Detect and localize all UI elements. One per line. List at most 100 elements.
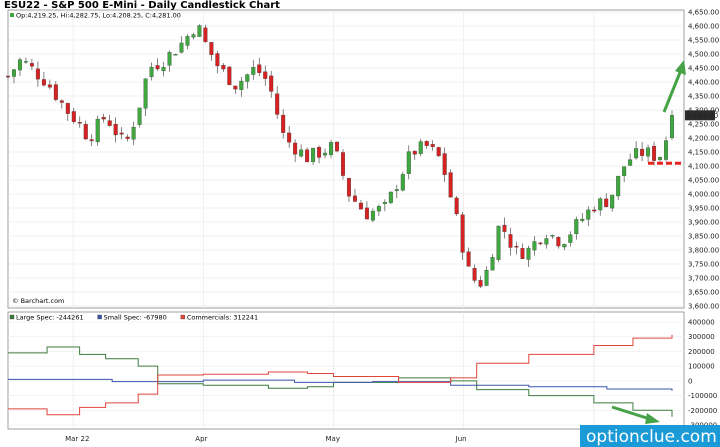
- candle-up: [137, 107, 142, 125]
- candle-down: [287, 132, 292, 143]
- x-axis-label: Apr: [195, 435, 207, 443]
- candle-down: [209, 42, 214, 55]
- candle-down: [71, 111, 76, 122]
- watermark-text: optionclue.com: [586, 427, 717, 447]
- candle-down: [556, 237, 561, 247]
- candle-down: [77, 122, 82, 124]
- candle-down: [113, 123, 118, 136]
- ohlc-swatch: [10, 13, 14, 17]
- candle-up: [568, 234, 573, 243]
- price-y-tick-label: 3,800.00: [688, 247, 719, 255]
- candle-up: [490, 257, 495, 271]
- price-y-tick-label: 4,550.00: [688, 37, 719, 45]
- candle-down: [59, 100, 64, 103]
- price-y-tick-label: 4,400.00: [688, 79, 719, 87]
- candle-down: [520, 248, 525, 259]
- candle-up: [532, 241, 537, 251]
- candle-down: [472, 268, 477, 281]
- legend-entry: Small Spec: -67980: [104, 314, 167, 322]
- candle-down: [6, 75, 10, 78]
- legend-entry: Large Spec: -244261: [16, 314, 84, 322]
- candle-down: [592, 209, 597, 212]
- candle-down: [221, 65, 226, 70]
- candle-down: [305, 149, 310, 163]
- candle-up: [131, 127, 136, 140]
- price-y-tick-label: 4,500.00: [688, 51, 719, 59]
- candle-up: [616, 175, 621, 197]
- candle-down: [65, 103, 70, 114]
- price-y-tick-label: 4,350.00: [688, 93, 719, 101]
- x-axis-label: May: [325, 435, 339, 443]
- candle-down: [35, 68, 40, 80]
- candle-down: [478, 280, 483, 287]
- candle-up: [610, 194, 615, 209]
- candle-up: [526, 247, 531, 260]
- price-panel-frame: [7, 9, 685, 309]
- candle-down: [269, 75, 274, 92]
- candle-down: [227, 66, 232, 86]
- candle-down: [346, 178, 351, 197]
- candle-down: [263, 71, 268, 79]
- candle-down: [317, 147, 322, 158]
- candle-up: [550, 235, 555, 237]
- candle-down: [640, 148, 645, 156]
- candle-down: [538, 242, 543, 245]
- candle-up: [562, 244, 567, 248]
- last-price-label: 4,281.00: [687, 112, 718, 120]
- candle-down: [412, 150, 417, 155]
- candle-down: [454, 197, 459, 215]
- candle-up: [574, 219, 579, 235]
- candle-up: [251, 67, 256, 75]
- price-y-tick-label: 3,700.00: [688, 275, 719, 283]
- candle-up: [245, 74, 250, 82]
- candle-down: [233, 85, 238, 90]
- candle-up: [167, 52, 172, 66]
- candle-down: [275, 93, 280, 115]
- barchart-credit: © Barchart.com: [12, 297, 64, 305]
- candle-up: [185, 36, 190, 46]
- candle-up: [496, 225, 501, 260]
- candle-up: [394, 189, 399, 191]
- price-y-tick-label: 4,100.00: [688, 163, 719, 171]
- candle-up: [664, 140, 669, 160]
- candle-up: [95, 118, 100, 143]
- price-y-tick-label: 4,600.00: [688, 23, 719, 31]
- candle-up: [646, 147, 651, 157]
- candle-up: [161, 67, 166, 72]
- candle-up: [622, 166, 627, 176]
- price-y-tick-label: 3,600.00: [688, 303, 719, 311]
- price-y-tick-label: 3,850.00: [688, 233, 719, 241]
- candle-up: [311, 147, 316, 162]
- cot-panel-frame: [7, 311, 685, 430]
- candle-up: [628, 159, 633, 166]
- candle-down: [460, 214, 465, 253]
- ohlc-readout: Op:4,219.25, Hi:4,282.75, Lo:4,208.25, C…: [16, 12, 181, 20]
- cot-y-tick-label: 100000: [688, 363, 715, 371]
- legend-swatch: [9, 314, 15, 320]
- candle-down: [604, 198, 609, 208]
- cot-y-tick-label: 400000: [688, 319, 715, 327]
- candle-up: [191, 34, 196, 38]
- candle-down: [41, 79, 46, 86]
- x-axis-label: Jun: [455, 435, 467, 443]
- candle-up: [329, 142, 334, 155]
- candle-up: [382, 202, 387, 204]
- candle-down: [293, 142, 298, 155]
- legend-entry: Commercials: 312241: [187, 314, 258, 322]
- candle-down: [155, 65, 160, 70]
- price-y-tick-label: 3,950.00: [688, 205, 719, 213]
- candle-down: [514, 245, 519, 248]
- price-y-tick-label: 4,150.00: [688, 149, 719, 157]
- cot-y-tick-label: -100000: [688, 392, 717, 400]
- candle-up: [173, 54, 178, 56]
- candle-down: [119, 132, 124, 135]
- candle-down: [424, 141, 429, 146]
- price-y-tick-label: 3,750.00: [688, 261, 719, 269]
- legend-swatch: [180, 314, 185, 320]
- candle-down: [442, 153, 447, 175]
- chart-title: ESU22 - S&P 500 E-Mini - Daily Candlesti…: [4, 0, 280, 11]
- price-y-tick-label: 4,250.00: [688, 121, 719, 129]
- candle-up: [418, 141, 423, 154]
- candle-up: [149, 66, 154, 77]
- candle-up: [484, 269, 489, 286]
